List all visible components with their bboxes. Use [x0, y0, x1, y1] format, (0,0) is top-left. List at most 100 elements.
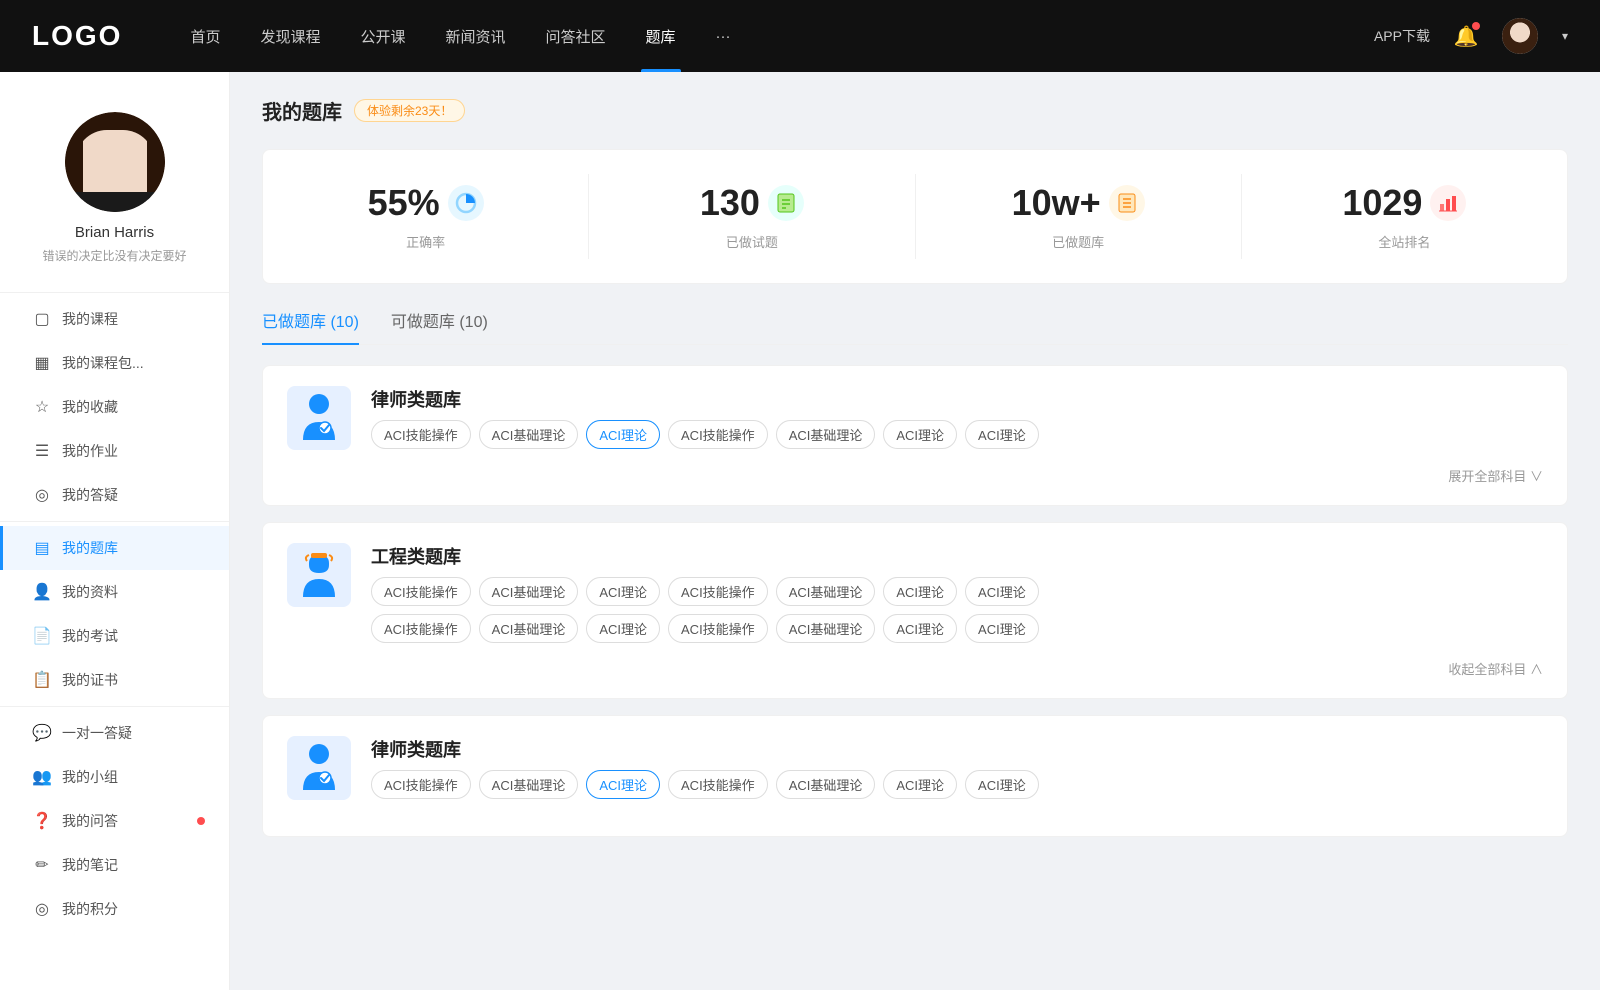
topnav: LOGO 首页 发现课程 公开课 新闻资讯 问答社区 题库 ··· APP下载 … [0, 0, 1600, 72]
sidebar-item-certificate[interactable]: 📋 我的证书 [0, 658, 229, 702]
stat-banks: 10w+ 已做题库 [916, 174, 1242, 259]
tag-1-1[interactable]: ACI基础理论 [479, 420, 579, 449]
tag-2-5[interactable]: ACI理论 [883, 577, 957, 606]
avatar-image [65, 112, 165, 212]
sidebar-item-my-qa[interactable]: ❓ 我的问答 [0, 799, 229, 843]
tag-3-2[interactable]: ACI理论 [586, 770, 660, 799]
tag-2b-4[interactable]: ACI基础理论 [776, 614, 876, 643]
tag-2b-2[interactable]: ACI理论 [586, 614, 660, 643]
qbank-info-1: 律师类题库 ACI技能操作 ACI基础理论 ACI理论 ACI技能操作 ACI基… [371, 386, 1039, 449]
exam-icon: 📄 [32, 626, 52, 646]
sidebar-item-notes[interactable]: ✏ 我的笔记 [0, 843, 229, 887]
sidebar-divider-2 [0, 521, 229, 522]
qbank-card-lawyer-2: 律师类题库 ACI技能操作 ACI基础理论 ACI理论 ACI技能操作 ACI基… [262, 715, 1568, 837]
engineer-icon [287, 543, 351, 607]
qa-badge [197, 817, 205, 825]
qbank-title-3: 律师类题库 [371, 736, 1039, 762]
lawyer-icon-2 [287, 736, 351, 800]
tag-3-4[interactable]: ACI基础理论 [776, 770, 876, 799]
tags-row-2: ACI技能操作 ACI基础理论 ACI理论 ACI技能操作 ACI基础理论 AC… [371, 577, 1039, 606]
tag-3-1[interactable]: ACI基础理论 [479, 770, 579, 799]
nav-home[interactable]: 首页 [170, 0, 240, 72]
qbank-card-lawyer-1: 律师类题库 ACI技能操作 ACI基础理论 ACI理论 ACI技能操作 ACI基… [262, 365, 1568, 506]
tag-1-0[interactable]: ACI技能操作 [371, 420, 471, 449]
notification-bell[interactable]: 🔔 [1450, 20, 1482, 52]
tag-3-0[interactable]: ACI技能操作 [371, 770, 471, 799]
app-download-link[interactable]: APP下载 [1374, 26, 1430, 46]
tag-3-3[interactable]: ACI技能操作 [668, 770, 768, 799]
tag-2-3[interactable]: ACI技能操作 [668, 577, 768, 606]
main-content: 我的题库 体验剩余23天！ 55% 正确率 [230, 72, 1600, 990]
tab-done[interactable]: 已做题库 (10) [262, 308, 359, 344]
tag-2b-0[interactable]: ACI技能操作 [371, 614, 471, 643]
group-icon: 👥 [32, 767, 52, 787]
questions-icon [768, 185, 804, 221]
qbank-info-3: 律师类题库 ACI技能操作 ACI基础理论 ACI理论 ACI技能操作 ACI基… [371, 736, 1039, 799]
tag-2-2[interactable]: ACI理论 [586, 577, 660, 606]
qbank-card-engineer: 工程类题库 ACI技能操作 ACI基础理论 ACI理论 ACI技能操作 ACI基… [262, 522, 1568, 699]
tag-2-6[interactable]: ACI理论 [965, 577, 1039, 606]
expand-link-2[interactable]: 收起全部科目 ∧ [1448, 659, 1543, 678]
tag-2b-5[interactable]: ACI理论 [883, 614, 957, 643]
sidebar-item-profile[interactable]: 👤 我的资料 [0, 570, 229, 614]
stat-banks-top: 10w+ [1012, 182, 1145, 224]
tag-1-2[interactable]: ACI理论 [586, 420, 660, 449]
package-icon: ▦ [32, 353, 52, 373]
topnav-right: APP下载 🔔 ▾ [1374, 18, 1568, 54]
pie-chart-icon [455, 192, 477, 214]
tag-2b-3[interactable]: ACI技能操作 [668, 614, 768, 643]
tags-row-1: ACI技能操作 ACI基础理论 ACI理论 ACI技能操作 ACI基础理论 AC… [371, 420, 1039, 449]
lawyer-figure-icon [299, 392, 339, 444]
qbank-icon: ▤ [32, 538, 52, 558]
qbank-footer-1: 展开全部科目 ∨ [287, 466, 1543, 485]
tag-2-0[interactable]: ACI技能操作 [371, 577, 471, 606]
bar-chart-icon [1437, 192, 1459, 214]
tag-1-5[interactable]: ACI理论 [883, 420, 957, 449]
nav-open-course[interactable]: 公开课 [340, 0, 425, 72]
banks-label: 已做题库 [1052, 232, 1104, 251]
sidebar-item-my-courses[interactable]: ▢ 我的课程 [0, 297, 229, 341]
user-avatar[interactable] [1502, 18, 1538, 54]
notes-icon: ✏ [32, 855, 52, 875]
sidebar-item-group[interactable]: 👥 我的小组 [0, 755, 229, 799]
nav-discover[interactable]: 发现课程 [240, 0, 340, 72]
tag-1-3[interactable]: ACI技能操作 [668, 420, 768, 449]
nav-news[interactable]: 新闻资讯 [426, 0, 526, 72]
sidebar-item-course-package[interactable]: ▦ 我的课程包... [0, 341, 229, 385]
tag-2b-6[interactable]: ACI理论 [965, 614, 1039, 643]
nav-qbank[interactable]: 题库 [626, 0, 696, 72]
tag-2b-1[interactable]: ACI基础理论 [479, 614, 579, 643]
stat-questions: 130 已做试题 [589, 174, 915, 259]
sidebar-item-qa[interactable]: ◎ 我的答疑 [0, 473, 229, 517]
profile-name: Brian Harris [75, 224, 154, 241]
chevron-down-icon[interactable]: ▾ [1562, 29, 1568, 43]
sidebar-item-points[interactable]: ◎ 我的积分 [0, 887, 229, 931]
tag-1-4[interactable]: ACI基础理论 [776, 420, 876, 449]
sidebar-item-1on1[interactable]: 💬 一对一答疑 [0, 711, 229, 755]
accuracy-icon [448, 185, 484, 221]
chat-icon: 💬 [32, 723, 52, 743]
expand-link-1[interactable]: 展开全部科目 ∨ [1448, 466, 1543, 485]
sidebar-item-qbank[interactable]: ▤ 我的题库 [0, 526, 229, 570]
star-icon: ☆ [32, 397, 52, 417]
tab-available[interactable]: 可做题库 (10) [391, 308, 488, 344]
question-icon: ◎ [32, 485, 52, 505]
sidebar-item-homework[interactable]: ☰ 我的作业 [0, 429, 229, 473]
tag-3-6[interactable]: ACI理论 [965, 770, 1039, 799]
tag-2-4[interactable]: ACI基础理论 [776, 577, 876, 606]
ranking-label: 全站排名 [1378, 232, 1430, 251]
sidebar-item-favorites[interactable]: ☆ 我的收藏 [0, 385, 229, 429]
nav-more[interactable]: ··· [696, 0, 751, 72]
tag-1-6[interactable]: ACI理论 [965, 420, 1039, 449]
qbank-title-2: 工程类题库 [371, 543, 1039, 569]
tag-2-1[interactable]: ACI基础理论 [479, 577, 579, 606]
sidebar-profile: Brian Harris 错误的决定比没有决定要好 [0, 96, 229, 288]
lawyer-figure-icon-2 [299, 742, 339, 794]
cert-icon: 📋 [32, 670, 52, 690]
qbank-card-header-3: 律师类题库 ACI技能操作 ACI基础理论 ACI理论 ACI技能操作 ACI基… [287, 736, 1543, 800]
sidebar-item-exam[interactable]: 📄 我的考试 [0, 614, 229, 658]
nav-qa[interactable]: 问答社区 [526, 0, 626, 72]
qbank-card-header-2: 工程类题库 ACI技能操作 ACI基础理论 ACI理论 ACI技能操作 ACI基… [287, 543, 1543, 643]
tag-3-5[interactable]: ACI理论 [883, 770, 957, 799]
points-icon: ◎ [32, 899, 52, 919]
